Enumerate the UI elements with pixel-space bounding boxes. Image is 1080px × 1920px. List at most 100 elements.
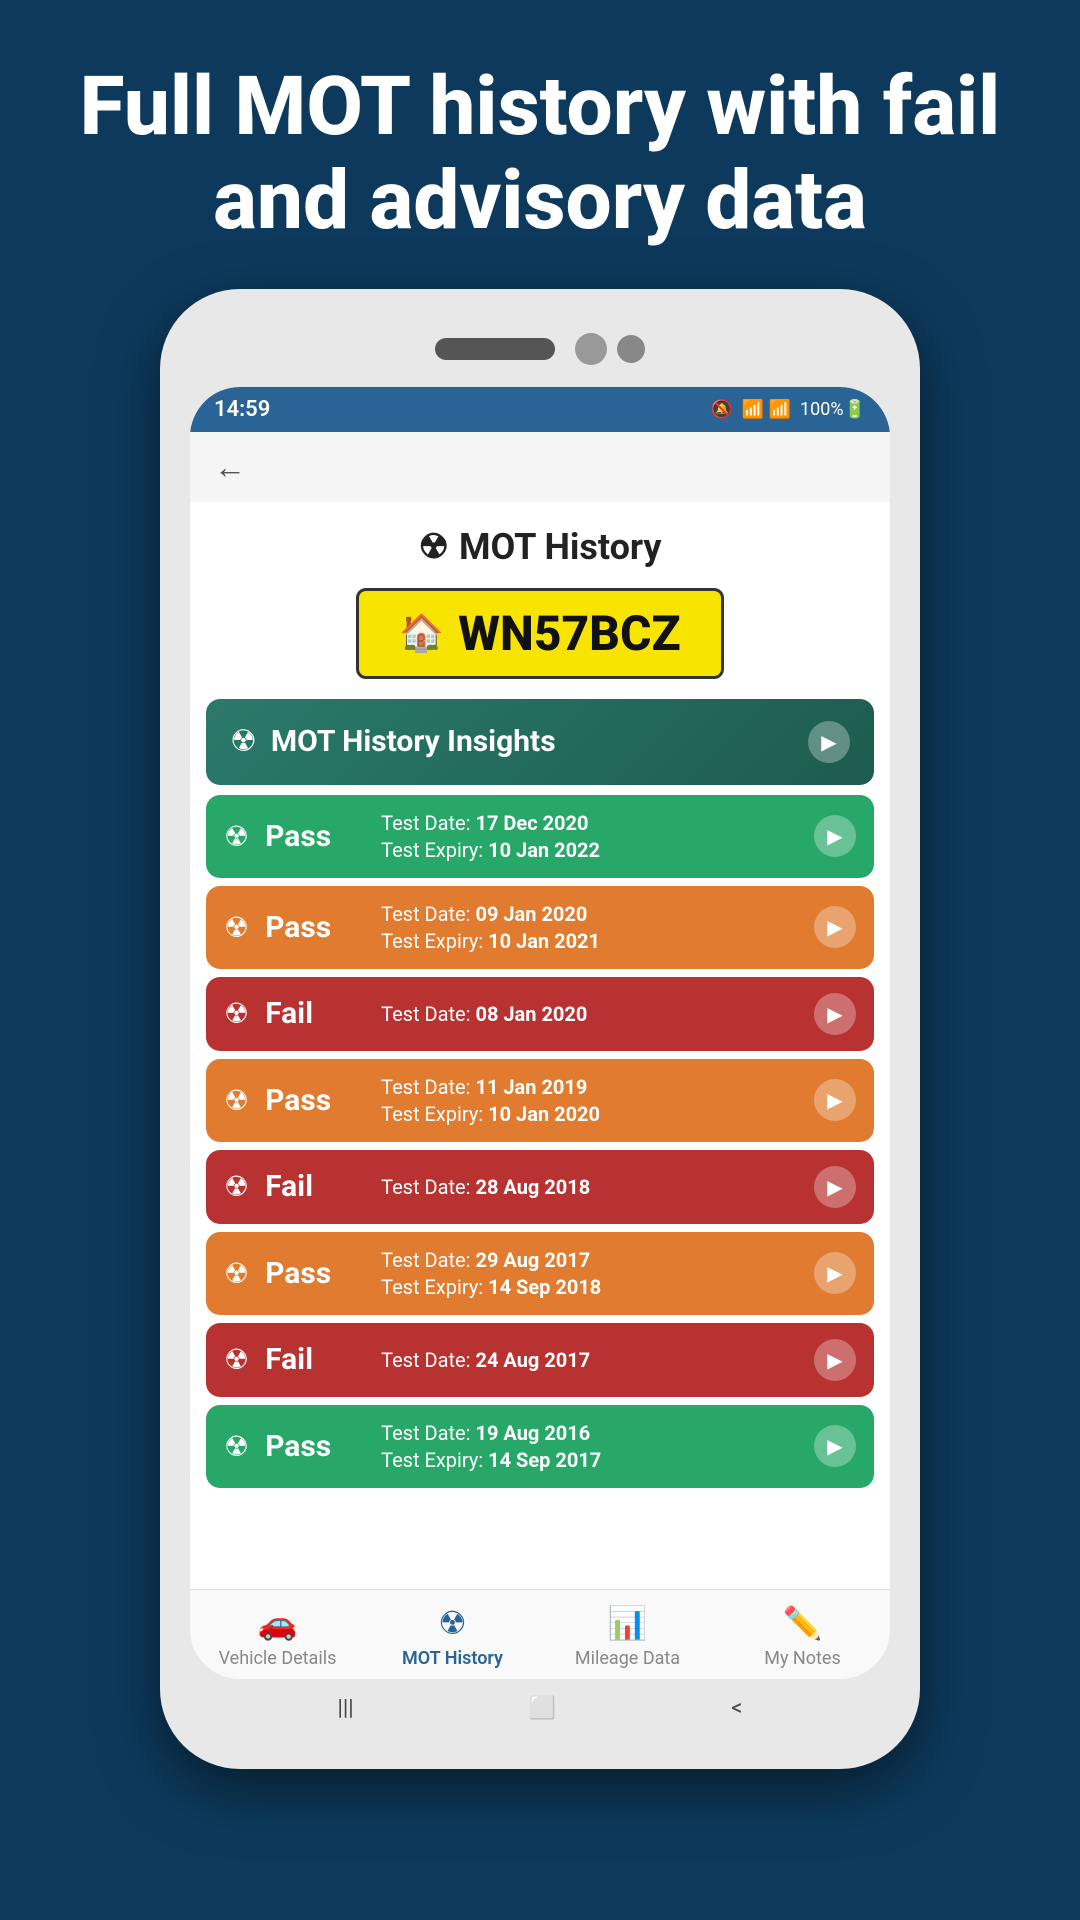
mot-test-date: Test Date: 08 Jan 2020 <box>381 1002 587 1026</box>
mot-result: Pass <box>265 1083 365 1118</box>
nav-icon: 📊 <box>608 1604 648 1642</box>
status-icons: 🔕 📶 📶 100%🔋 <box>710 399 866 420</box>
insights-left: ☢ MOT History Insights <box>230 724 556 759</box>
mot-icon: ☢ <box>224 820 249 853</box>
phone-frame: 14:59 🔕 📶 📶 100%🔋 ← ☢ MOT History 🏠 WN57… <box>160 289 920 1769</box>
mot-item-play-button[interactable]: ▶ <box>814 815 856 857</box>
mot-test-date: Test Date: 11 Jan 2019 <box>381 1075 600 1099</box>
mot-test-date: Test Date: 24 Aug 2017 <box>381 1348 590 1372</box>
mot-dates: Test Date: 11 Jan 2019 Test Expiry: 10 J… <box>381 1075 600 1126</box>
mot-item-left: ☢ Fail Test Date: 08 Jan 2020 <box>224 996 587 1031</box>
mot-icon: ☢ <box>224 1343 249 1376</box>
mot-icon: ☢ <box>224 1170 249 1203</box>
insights-card[interactable]: ☢ MOT History Insights ▶ <box>206 699 874 785</box>
mot-list-item[interactable]: ☢ Pass Test Date: 29 Aug 2017 Test Expir… <box>206 1232 874 1315</box>
mot-list-item[interactable]: ☢ Pass Test Date: 17 Dec 2020 Test Expir… <box>206 795 874 878</box>
mot-item-play-button[interactable]: ▶ <box>814 1425 856 1467</box>
phone-screen: 14:59 🔕 📶 📶 100%🔋 ← ☢ MOT History 🏠 WN57… <box>190 387 890 1679</box>
mot-test-date: Test Date: 28 Aug 2018 <box>381 1175 590 1199</box>
mot-item-play-button[interactable]: ▶ <box>814 1339 856 1381</box>
mot-result: Fail <box>265 996 365 1031</box>
phone-camera-main <box>575 333 607 365</box>
page-title-label: MOT History <box>459 526 662 568</box>
nav-label: MOT History <box>402 1648 503 1669</box>
mot-list-item[interactable]: ☢ Pass Test Date: 19 Aug 2016 Test Expir… <box>206 1405 874 1488</box>
mot-test-date: Test Date: 29 Aug 2017 <box>381 1248 601 1272</box>
mot-dates: Test Date: 08 Jan 2020 <box>381 1002 587 1026</box>
mot-test-date: Test Date: 17 Dec 2020 <box>381 811 600 835</box>
system-nav: ||| ⬜ < <box>190 1679 890 1739</box>
mot-item-left: ☢ Fail Test Date: 24 Aug 2017 <box>224 1342 590 1377</box>
bottom-nav: 🚗 Vehicle Details ☢ MOT History 📊 Mileag… <box>190 1589 890 1679</box>
mot-icon: ☢ <box>224 911 249 944</box>
mot-item-play-button[interactable]: ▶ <box>814 1252 856 1294</box>
content-area: ☢ MOT History 🏠 WN57BCZ ☢ MOT History In… <box>190 502 890 1589</box>
mot-dates: Test Date: 17 Dec 2020 Test Expiry: 10 J… <box>381 811 600 862</box>
insights-play-button[interactable]: ▶ <box>808 721 850 763</box>
mot-item-play-button[interactable]: ▶ <box>814 1079 856 1121</box>
mot-dates: Test Date: 24 Aug 2017 <box>381 1348 590 1372</box>
mot-icon: ☢ <box>224 997 249 1030</box>
mot-dates: Test Date: 28 Aug 2018 <box>381 1175 590 1199</box>
mot-item-left: ☢ Pass Test Date: 09 Jan 2020 Test Expir… <box>224 902 600 953</box>
mot-expiry-date: Test Expiry: 10 Jan 2021 <box>381 929 600 953</box>
page-title: ☢ MOT History <box>190 502 890 578</box>
mot-list-item[interactable]: ☢ Pass Test Date: 11 Jan 2019 Test Expir… <box>206 1059 874 1142</box>
mot-expiry-date: Test Expiry: 14 Sep 2018 <box>381 1275 601 1299</box>
mot-result: Pass <box>265 1429 365 1464</box>
mot-item-left: ☢ Fail Test Date: 28 Aug 2018 <box>224 1169 590 1204</box>
system-nav-recents[interactable]: ||| <box>338 1696 354 1721</box>
mot-expiry-date: Test Expiry: 14 Sep 2017 <box>381 1448 601 1472</box>
mot-item-left: ☢ Pass Test Date: 19 Aug 2016 Test Expir… <box>224 1421 601 1472</box>
hero-heading: Full MOT history with fail and advisory … <box>0 0 1080 289</box>
status-bar: 14:59 🔕 📶 📶 100%🔋 <box>190 387 890 432</box>
mot-dates: Test Date: 09 Jan 2020 Test Expiry: 10 J… <box>381 902 600 953</box>
plate-icon: 🏠 <box>399 612 444 654</box>
mot-list-item[interactable]: ☢ Fail Test Date: 24 Aug 2017 ▶ <box>206 1323 874 1397</box>
mot-item-left: ☢ Pass Test Date: 17 Dec 2020 Test Expir… <box>224 811 600 862</box>
nav-item-mot-history[interactable]: ☢ MOT History <box>383 1604 523 1669</box>
mot-item-left: ☢ Pass Test Date: 29 Aug 2017 Test Expir… <box>224 1248 601 1299</box>
mot-list-item[interactable]: ☢ Pass Test Date: 09 Jan 2020 Test Expir… <box>206 886 874 969</box>
nav-icon: ✏️ <box>783 1604 823 1642</box>
insights-label: MOT History Insights <box>271 724 556 759</box>
mot-result: Pass <box>265 1256 365 1291</box>
nav-item-my-notes[interactable]: ✏️ My Notes <box>733 1604 873 1669</box>
nav-item-mileage-data[interactable]: 📊 Mileage Data <box>558 1604 698 1669</box>
nav-label: Vehicle Details <box>219 1648 337 1669</box>
mot-result: Pass <box>265 910 365 945</box>
mot-test-date: Test Date: 19 Aug 2016 <box>381 1421 601 1445</box>
license-plate: 🏠 WN57BCZ <box>356 588 723 679</box>
mot-icon: ☢ <box>224 1430 249 1463</box>
nav-label: My Notes <box>764 1648 841 1669</box>
page-title-icon: ☢ <box>418 527 448 567</box>
system-nav-back[interactable]: < <box>731 1696 742 1721</box>
nav-icon: ☢ <box>438 1604 467 1642</box>
mot-item-play-button[interactable]: ▶ <box>814 1166 856 1208</box>
mot-item-play-button[interactable]: ▶ <box>814 993 856 1035</box>
system-nav-home[interactable]: ⬜ <box>529 1696 556 1721</box>
mot-expiry-date: Test Expiry: 10 Jan 2022 <box>381 838 600 862</box>
mot-icon: ☢ <box>224 1257 249 1290</box>
mot-list-item[interactable]: ☢ Fail Test Date: 08 Jan 2020 ▶ <box>206 977 874 1051</box>
nav-item-vehicle-details[interactable]: 🚗 Vehicle Details <box>208 1604 348 1669</box>
insights-icon: ☢ <box>230 724 257 759</box>
nav-icon: 🚗 <box>258 1604 298 1642</box>
mot-list-item[interactable]: ☢ Fail Test Date: 28 Aug 2018 ▶ <box>206 1150 874 1224</box>
back-button[interactable]: ← <box>214 448 246 486</box>
mot-item-left: ☢ Pass Test Date: 11 Jan 2019 Test Expir… <box>224 1075 600 1126</box>
mot-icon: ☢ <box>224 1084 249 1117</box>
mot-test-date: Test Date: 09 Jan 2020 <box>381 902 600 926</box>
mot-list: ☢ Pass Test Date: 17 Dec 2020 Test Expir… <box>190 795 890 1488</box>
mot-result: Fail <box>265 1169 365 1204</box>
phone-camera-secondary <box>617 335 645 363</box>
mot-dates: Test Date: 19 Aug 2016 Test Expiry: 14 S… <box>381 1421 601 1472</box>
mot-dates: Test Date: 29 Aug 2017 Test Expiry: 14 S… <box>381 1248 601 1299</box>
nav-label: Mileage Data <box>575 1648 680 1669</box>
mot-result: Pass <box>265 819 365 854</box>
app-header: ← <box>190 432 890 502</box>
mot-expiry-date: Test Expiry: 10 Jan 2020 <box>381 1102 600 1126</box>
status-time: 14:59 <box>214 397 270 422</box>
phone-hardware-top <box>190 319 890 379</box>
mot-item-play-button[interactable]: ▶ <box>814 906 856 948</box>
